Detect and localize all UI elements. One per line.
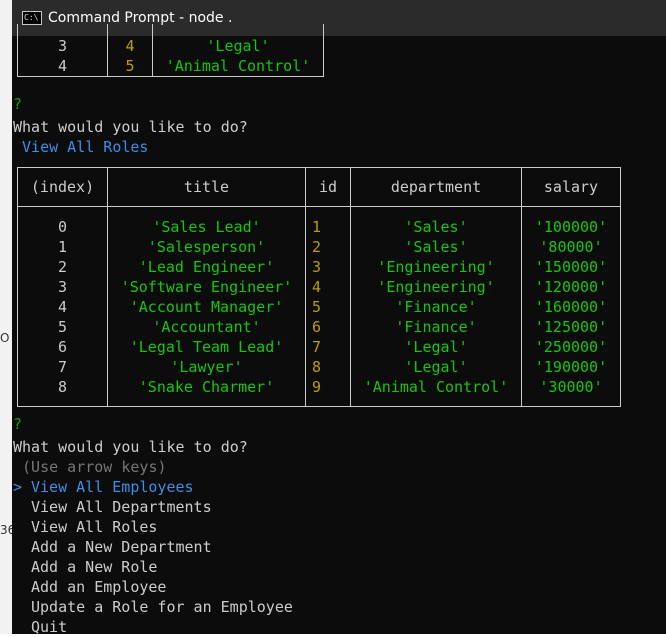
table-row: 8 'Snake Charmer' 9 'Animal Control' '30… [17,377,621,407]
prompt-answer: View All Roles [13,138,149,156]
title-cell: 'Account Manager' [107,297,306,317]
title-cell: 'Snake Charmer' [107,377,306,407]
department-cell: 'Legal' [350,357,522,377]
menu-option-view-all-departments[interactable]: View All Departments [31,497,212,517]
id-cell: 8 [305,357,351,377]
terminal-output[interactable]: 3 4 'Legal' 4 5 'Animal Control' ? What … [12,24,666,637]
salary-cell: '125000' [521,317,621,337]
department-cell: 'Animal Control' [350,377,522,407]
department-cell: 'Engineering' [350,277,522,297]
index-cell: 0 [17,206,108,237]
background-window-edge [0,0,12,634]
prompt-question: What would you like to do? [13,118,248,136]
table-header-row: (index) title id department salary [17,167,621,207]
department-cell: 'Sales' [350,237,522,257]
department-cell: 'Sales' [350,206,522,237]
department-cell: 'Legal' [350,337,522,357]
department-cell: 'Engineering' [350,257,522,277]
title-cell: 'Software Engineer' [107,277,306,297]
index-cell: 8 [17,377,108,407]
salary-cell: '160000' [521,297,621,317]
table-row: 1 'Salesperson' 2 'Sales' '80000' [17,237,621,257]
prompt-mark: ? [13,415,23,433]
background-text-fragment: O [0,331,10,345]
table-row: 0 'Sales Lead' 1 'Sales' '100000' [17,206,621,237]
index-cell: 4 [17,56,108,77]
title-cell: 'Lead Engineer' [107,257,306,277]
salary-cell: '120000' [521,277,621,297]
index-cell: 4 [17,297,108,317]
departments-table-fragment: 3 4 'Legal' 4 5 'Animal Control' [17,24,324,77]
id-cell: 4 [305,277,351,297]
prompt-hint: (Use arrow keys) [13,458,167,476]
salary-cell: '30000' [521,377,621,407]
index-cell: 5 [17,317,108,337]
menu-option-update-role[interactable]: Update a Role for an Employee [31,597,293,617]
table-row: 3 'Software Engineer' 4 'Engineering' '1… [17,277,621,297]
index-cell: 2 [17,257,108,277]
salary-cell: '100000' [521,206,621,237]
table-row: 6 'Legal Team Lead' 7 'Legal' '250000' [17,337,621,357]
id-cell: 7 [305,337,351,357]
table-row: 4 5 'Animal Control' [17,56,324,77]
menu-option-add-department[interactable]: Add a New Department [31,537,212,557]
index-cell: 6 [17,337,108,357]
column-header: salary [521,167,621,207]
salary-cell: '250000' [521,337,621,357]
id-cell: 6 [305,317,351,337]
column-header: id [305,167,351,207]
salary-cell: '150000' [521,257,621,277]
menu-option-add-role[interactable]: Add a New Role [31,557,157,577]
department-cell: 'Finance' [350,317,522,337]
title-cell: 'Accountant' [107,317,306,337]
department-cell: 'Animal Control' [152,56,324,77]
index-cell: 3 [17,36,108,56]
title-cell: 'Sales Lead' [107,206,306,237]
table-row: 7 'Lawyer' 8 'Legal' '190000' [17,357,621,377]
index-cell: 1 [17,237,108,257]
id-cell: 3 [305,257,351,277]
table-row: 3 4 'Legal' [17,36,324,56]
prompt-mark: ? [13,95,23,113]
id-cell: 5 [305,297,351,317]
column-header: department [350,167,522,207]
title-cell: 'Salesperson' [107,237,306,257]
menu-option-view-all-employees[interactable]: View All Employees [31,477,194,497]
menu-pointer: > [13,478,23,496]
command-prompt-icon: C:\ [22,11,42,25]
menu-option-view-all-roles[interactable]: View All Roles [31,517,157,537]
id-cell: 1 [305,206,351,237]
roles-table: (index) title id department salary 0 'Sa… [17,167,621,407]
prompt-question: What would you like to do? [13,438,248,456]
menu-option-add-employee[interactable]: Add an Employee [31,577,166,597]
salary-cell: '190000' [521,357,621,377]
id-cell: 2 [305,237,351,257]
id-cell: 4 [107,36,153,56]
department-cell: 'Legal' [152,36,324,56]
department-cell: 'Finance' [350,297,522,317]
id-cell: 5 [107,56,153,77]
index-cell: 3 [17,277,108,297]
id-cell: 9 [305,377,351,407]
table-row: 4 'Account Manager' 5 'Finance' '160000' [17,297,621,317]
table-row: 5 'Accountant' 6 'Finance' '125000' [17,317,621,337]
table-row: 2 'Lead Engineer' 3 'Engineering' '15000… [17,257,621,277]
column-header: title [107,167,306,207]
title-cell: 'Legal Team Lead' [107,337,306,357]
menu-option-quit[interactable]: Quit [31,617,67,637]
salary-cell: '80000' [521,237,621,257]
title-cell: 'Lawyer' [107,357,306,377]
column-header: (index) [17,167,108,207]
table-row [17,24,324,36]
index-cell: 7 [17,357,108,377]
